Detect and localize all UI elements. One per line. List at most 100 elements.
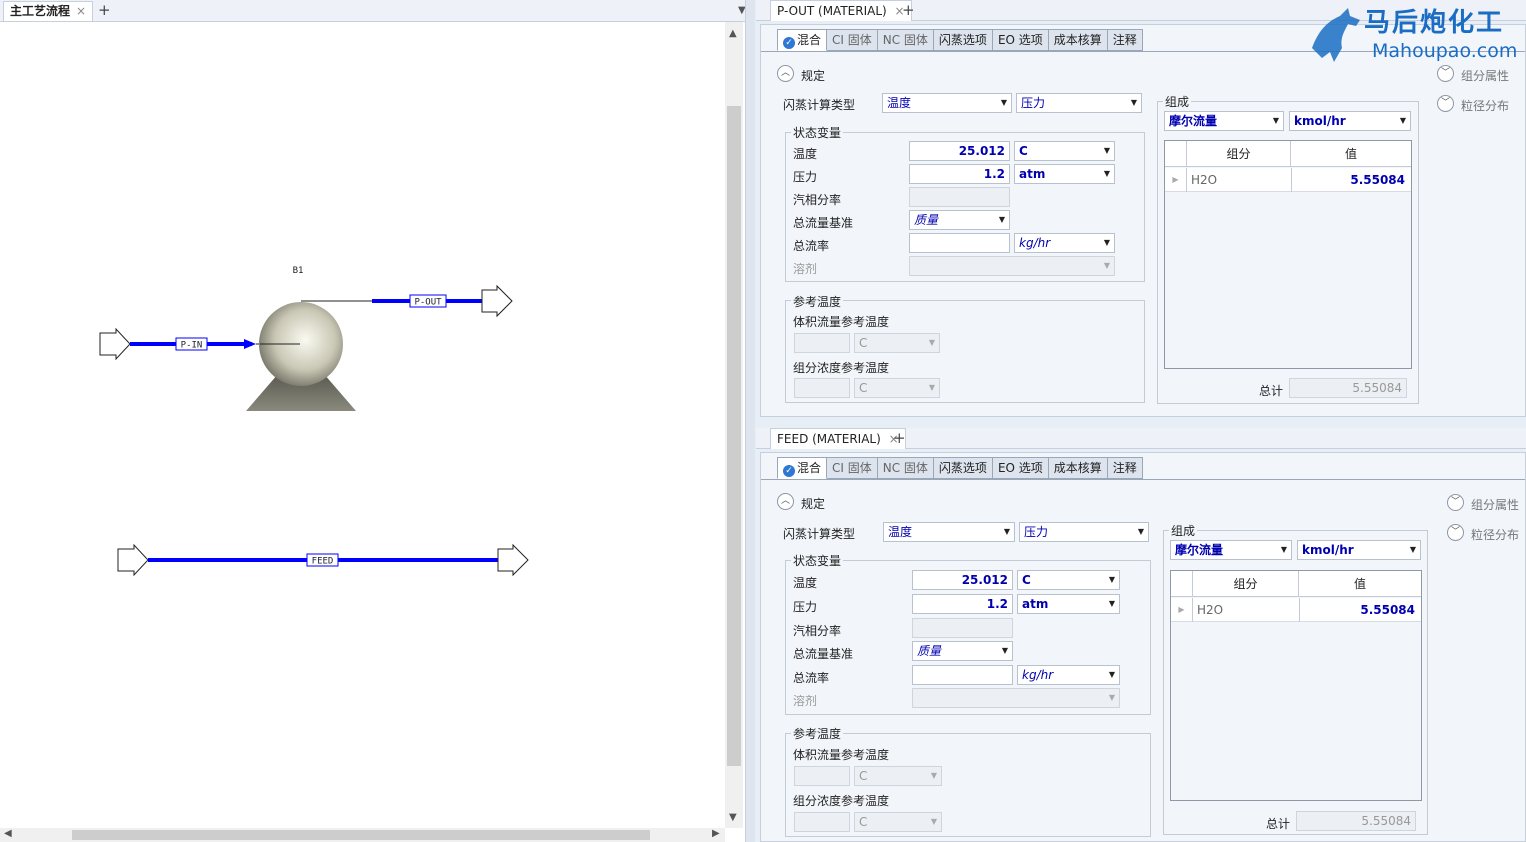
total-label: 总计 (1259, 384, 1284, 398)
dropdown-arrow-icon: ▼ (1108, 670, 1115, 679)
total-flow-input[interactable] (912, 665, 1013, 685)
flowsheet-canvas[interactable]: P-IN B1 P-OUT FEED (0, 22, 725, 828)
flash-type-2-select[interactable]: 压力 ▼ (1019, 522, 1149, 542)
temperature-input[interactable]: 25.012 (912, 570, 1013, 590)
composition-table: 组分 值 ▶ H2O 5.55084 (1170, 570, 1422, 801)
row-selector-icon: ▶ (1171, 598, 1193, 622)
state-variables-title: 状态变量 (791, 124, 844, 141)
flash-type-2-select[interactable]: 压力 ▼ (1016, 93, 1142, 113)
dropdown-arrow-icon: ▼ (1399, 116, 1406, 125)
component-value[interactable]: 5.55084 (1299, 598, 1415, 622)
tab-comments[interactable]: 注释 (1107, 29, 1143, 51)
chevron-down-icon[interactable]: ﹀ (1437, 95, 1454, 112)
total-flow-input[interactable] (909, 233, 1010, 253)
close-icon[interactable]: × (76, 4, 86, 18)
tab-eo-options[interactable]: EO 选项 (992, 29, 1049, 51)
watermark-chinese: 马后炮化工 (1364, 8, 1505, 38)
flow-basis-select[interactable]: 质量 ▼ (909, 210, 1010, 230)
flash-type-label: 闪蒸计算类型 (783, 527, 856, 541)
flowsheet-horizontal-scrollbar[interactable]: ◀ ▶ (0, 828, 725, 842)
flowsheet-vertical-scrollbar[interactable]: ▲ ▼ (725, 22, 743, 828)
table-header: 组分 值 (1171, 571, 1421, 597)
flash-type-1-select[interactable]: 温度 ▼ (882, 93, 1012, 113)
plus-icon[interactable]: + (893, 428, 906, 448)
composition-basis-select[interactable]: 摩尔流量 ▼ (1170, 540, 1292, 560)
pressure-unit-select[interactable]: atm ▼ (1014, 164, 1115, 184)
tab-ci-solid[interactable]: CI 固体 (827, 29, 878, 51)
pressure-unit-select[interactable]: atm ▼ (1017, 594, 1120, 614)
tab-nc-solid[interactable]: NC 固体 (877, 29, 934, 51)
composition-basis-value: 摩尔流量 (1175, 543, 1224, 557)
particle-size-link[interactable]: 粒径分布 (1471, 526, 1519, 543)
pressure-input[interactable]: 1.2 (912, 594, 1013, 614)
flow-basis-label: 总流量基准 (793, 216, 854, 230)
total-flow-unit-value: kg/hr (1022, 668, 1054, 682)
scroll-up-arrow-icon[interactable]: ▲ (729, 28, 737, 39)
dropdown-arrow-icon: ▼ (1108, 693, 1115, 702)
tab-mixed[interactable]: ✓ 混合 (777, 29, 828, 51)
solvent-label: 溶剂 (793, 262, 818, 276)
dropdown-arrow-icon: ▼ (1000, 98, 1007, 107)
temperature-input[interactable]: 25.012 (909, 141, 1010, 161)
horse-logo-icon (1312, 8, 1360, 62)
tab-p-out-material[interactable]: P-OUT (MATERIAL) × (770, 0, 912, 21)
tab-flash-options[interactable]: 闪蒸选项 (933, 457, 993, 479)
tab-feed-material[interactable]: FEED (MATERIAL) × (770, 428, 906, 449)
scroll-right-arrow-icon[interactable]: ▶ (712, 828, 720, 839)
temperature-unit-select[interactable]: C ▼ (1017, 570, 1120, 590)
vertical-scroll-thumb[interactable] (727, 106, 741, 766)
chevron-down-icon[interactable]: ﹀ (1447, 524, 1464, 541)
form-tabs: ✓ 混合 CI 固体 NC 固体 闪蒸选项 EO 选项 成本核算 注释 (777, 457, 1143, 479)
flow-basis-select[interactable]: 质量 ▼ (912, 641, 1013, 661)
conc-ref-temp-unit-select: C ▼ (854, 378, 940, 398)
watermark-logo: 马后炮化工 Mahoupao.com (1304, 0, 1526, 70)
tab-ci-solid[interactable]: CI 固体 (827, 457, 878, 479)
conc-ref-temp-label: 组分浓度参考温度 (793, 794, 890, 808)
pane-splitter[interactable] (745, 0, 755, 842)
stream-label-p-in: P-IN (181, 341, 203, 351)
chevron-up-icon[interactable]: ︿ (777, 65, 794, 82)
reference-temperature-title: 参考温度 (791, 725, 844, 742)
composition-unit-select[interactable]: kmol/hr ▼ (1289, 111, 1411, 131)
composition-table: 组分 值 ▶ H2O 5.55084 (1164, 140, 1412, 369)
particle-size-link[interactable]: 粒径分布 (1461, 97, 1509, 114)
chevron-down-icon[interactable]: ﹀ (1447, 494, 1464, 511)
flash-type-1-select[interactable]: 温度 ▼ (883, 522, 1015, 542)
plus-icon[interactable]: + (98, 0, 111, 20)
composition-unit-select[interactable]: kmol/hr ▼ (1297, 540, 1421, 560)
total-flow-unit-select[interactable]: kg/hr ▼ (1014, 233, 1115, 253)
plus-icon[interactable]: + (902, 0, 915, 20)
reference-temperature-title: 参考温度 (791, 293, 844, 310)
tab-main-flowsheet[interactable]: 主工艺流程 × (3, 1, 94, 21)
tab-comments[interactable]: 注释 (1107, 457, 1143, 479)
stream-p-out[interactable]: P-OUT (301, 284, 513, 318)
component-attributes-link[interactable]: 组分属性 (1471, 496, 1519, 513)
temperature-unit-select[interactable]: C ▼ (1014, 141, 1115, 161)
tab-eo-options[interactable]: EO 选项 (992, 457, 1049, 479)
composition-basis-select[interactable]: 摩尔流量 ▼ (1164, 111, 1284, 131)
tab-nc-solid[interactable]: NC 固体 (877, 457, 934, 479)
dropdown-arrow-icon: ▼ (1137, 527, 1144, 536)
component-value[interactable]: 5.55084 (1291, 168, 1405, 192)
volume-ref-temp-unit-select: C ▼ (854, 333, 940, 353)
pressure-input[interactable]: 1.2 (909, 164, 1010, 184)
flowsheet-tabbar: 主工艺流程 × + ▼ (0, 0, 746, 22)
vapor-fraction-label: 汽相分率 (793, 193, 842, 207)
conc-ref-unit-value: C (859, 381, 868, 395)
tab-flash-options[interactable]: 闪蒸选项 (933, 29, 993, 51)
table-row[interactable]: ▶ H2O 5.55084 (1171, 598, 1421, 622)
total-flow-unit-select[interactable]: kg/hr ▼ (1017, 665, 1120, 685)
tab-mixed[interactable]: ✓ 混合 (777, 457, 828, 479)
tab-costing[interactable]: 成本核算 (1048, 457, 1108, 479)
check-icon: ✓ (783, 37, 795, 49)
horizontal-scroll-thumb[interactable] (72, 830, 650, 840)
flash-type-2-value: 压力 (1024, 525, 1049, 539)
chevron-up-icon[interactable]: ︿ (777, 493, 794, 510)
table-row[interactable]: ▶ H2O 5.55084 (1165, 168, 1411, 192)
scroll-down-arrow-icon[interactable]: ▼ (729, 812, 737, 823)
scroll-left-arrow-icon[interactable]: ◀ (4, 828, 12, 839)
stream-feed[interactable]: FEED (117, 543, 529, 577)
pump-block-b1[interactable]: B1 (246, 266, 356, 411)
dropdown-arrow-icon: ▼ (928, 338, 935, 347)
tab-costing[interactable]: 成本核算 (1048, 29, 1108, 51)
